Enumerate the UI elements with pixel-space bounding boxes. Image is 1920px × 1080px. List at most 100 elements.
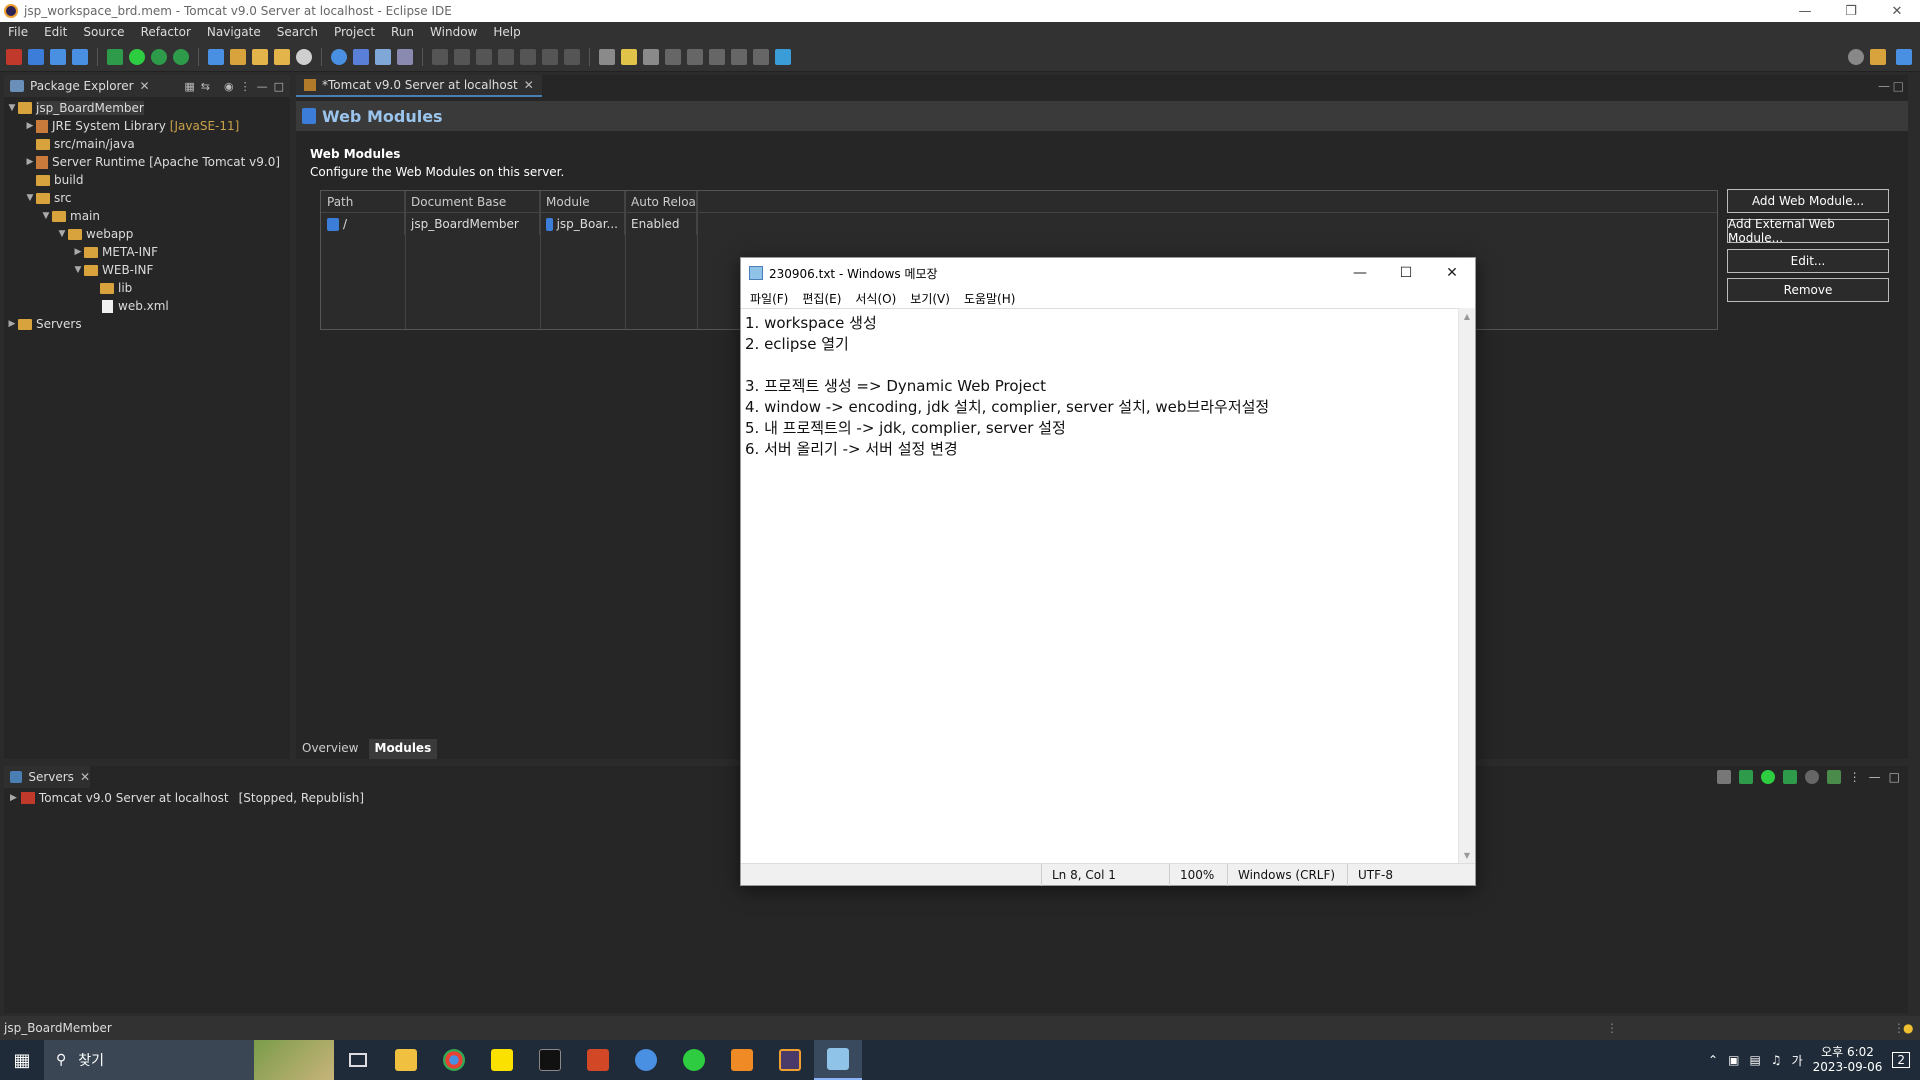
disconnect-icon[interactable] [498, 48, 514, 65]
edit-button[interactable]: Edit... [1727, 249, 1889, 273]
monitor-icon[interactable] [375, 48, 391, 65]
prev-annotation-icon[interactable] [687, 48, 703, 65]
tree-item-jre-library[interactable]: ▶ JRE System Library [JavaSE-11] [4, 117, 290, 135]
debug-icon[interactable] [107, 48, 123, 65]
search-icon[interactable] [1848, 48, 1864, 65]
collapse-all-icon[interactable]: ▦ [184, 80, 194, 93]
menu-refactor[interactable]: Refactor [133, 25, 199, 39]
taskbar-app-kakaotalk[interactable] [478, 1040, 526, 1080]
collapse-icon[interactable] [1716, 770, 1731, 784]
stop-icon[interactable] [6, 48, 22, 65]
step-return-icon[interactable] [564, 48, 580, 65]
new-server-icon[interactable] [208, 48, 224, 65]
taskbar-app-notepad[interactable] [814, 1040, 862, 1080]
step-into-icon[interactable] [520, 48, 536, 65]
tree-item-meta-inf[interactable]: ▶ META-INF [4, 243, 290, 261]
coverage-icon[interactable] [151, 48, 167, 65]
publish-icon[interactable] [1826, 770, 1841, 784]
column-header-path[interactable]: Path [321, 191, 405, 212]
back-icon[interactable] [731, 48, 747, 65]
tree-item-servers[interactable]: ▶ Servers [4, 315, 290, 333]
servers-tab[interactable]: Servers ✕ [4, 766, 90, 788]
notepad-text-area[interactable]: 1. workspace 생성 2. eclipse 열기 3. 프로젝트 생성… [741, 308, 1459, 864]
chevron-up-icon[interactable]: ⌃ [1708, 1053, 1718, 1067]
clock[interactable]: 오후 6:02 2023-09-06 [1813, 1045, 1883, 1075]
menu-help[interactable]: Help [485, 25, 528, 39]
chevron-down-icon[interactable]: ▼ [6, 103, 18, 113]
column-header-auto-reload[interactable]: Auto Reloa [625, 191, 697, 212]
taskbar-app-refresh[interactable] [670, 1040, 718, 1080]
editor-tab[interactable]: *Tomcat v9.0 Server at localhost ✕ [296, 75, 542, 97]
new-icon[interactable] [28, 48, 44, 65]
taskbar-app-chrome[interactable] [430, 1040, 478, 1080]
focus-icon[interactable]: ◉ [224, 80, 234, 93]
profile-server-icon[interactable] [1782, 770, 1797, 784]
external-tools-icon[interactable] [173, 48, 189, 65]
view-menu-icon[interactable]: ⋮ [240, 80, 251, 93]
notification-badge[interactable]: 2 [1892, 1052, 1910, 1068]
open-folder-icon[interactable] [274, 48, 290, 65]
tree-item-webapp[interactable]: ▼ webapp [4, 225, 290, 243]
start-server-icon[interactable] [1760, 770, 1775, 784]
globe-icon[interactable] [331, 48, 347, 65]
chevron-right-icon[interactable]: ▶ [6, 319, 18, 329]
scroll-track[interactable] [1459, 325, 1475, 847]
restore-button[interactable]: ❐ [1828, 0, 1874, 22]
minimize-view-icon[interactable]: — [257, 80, 268, 93]
perspective-icon[interactable] [775, 48, 791, 65]
tree-item-web-xml[interactable]: web.xml [4, 297, 290, 315]
chevron-down-icon[interactable]: ▼ [72, 265, 84, 275]
suspend-icon[interactable] [454, 48, 470, 65]
close-icon[interactable]: ✕ [140, 79, 150, 93]
scroll-down-icon[interactable]: ▼ [1459, 847, 1475, 864]
menu-file[interactable]: File [0, 25, 36, 39]
run-icon[interactable] [129, 48, 145, 65]
maximize-view-icon[interactable]: □ [274, 80, 284, 93]
menu-navigate[interactable]: Navigate [199, 25, 269, 39]
close-button[interactable]: ✕ [1874, 0, 1920, 22]
start-button[interactable]: ▦ [0, 1040, 44, 1080]
tree-item-main[interactable]: ▼ main [4, 207, 290, 225]
display-icon[interactable]: ▣ [1728, 1053, 1739, 1067]
close-icon[interactable]: ✕ [80, 770, 90, 784]
chevron-down-icon[interactable]: ▼ [24, 193, 36, 203]
tab-overview[interactable]: Overview [296, 739, 365, 759]
volume-icon[interactable]: ♫ [1771, 1053, 1782, 1067]
chevron-right-icon[interactable]: ▶ [24, 157, 36, 167]
open-type-icon[interactable] [252, 48, 268, 65]
menu-help[interactable]: 도움말(H) [957, 290, 1023, 307]
web-icon[interactable] [353, 48, 369, 65]
view-menu-icon[interactable]: ⋮ [1849, 770, 1861, 784]
column-header-module[interactable]: Module [540, 191, 625, 212]
chevron-down-icon[interactable]: ▼ [40, 211, 52, 221]
link-editor-icon[interactable]: ⇆ [201, 80, 210, 93]
search-icon[interactable] [296, 48, 312, 65]
menu-edit[interactable]: Edit [36, 25, 75, 39]
taskbar-app-powerpoint[interactable] [574, 1040, 622, 1080]
menu-format[interactable]: 서식(O) [848, 290, 903, 307]
terminate-icon[interactable] [476, 48, 492, 65]
next-annotation-icon[interactable] [665, 48, 681, 65]
minimize-editor-icon[interactable]: — [1878, 79, 1890, 93]
remove-button[interactable]: Remove [1727, 278, 1889, 302]
lightbulb-icon[interactable]: ● [1903, 1021, 1913, 1035]
maximize-editor-icon[interactable]: □ [1893, 79, 1904, 93]
taskbar-app-eclipse[interactable] [766, 1040, 814, 1080]
whitespace-icon[interactable] [643, 48, 659, 65]
new-class-icon[interactable] [230, 48, 246, 65]
taskbar-app-chrome-profile[interactable] [622, 1040, 670, 1080]
pin-icon[interactable] [397, 48, 413, 65]
debug-server-icon[interactable] [1738, 770, 1753, 784]
maximize-button[interactable]: ☐ [1383, 258, 1429, 288]
minimize-button[interactable]: — [1337, 258, 1383, 288]
minimize-view-icon[interactable]: — [1869, 770, 1881, 784]
toggle-icon[interactable] [599, 48, 615, 65]
menu-edit[interactable]: 편집(E) [795, 290, 848, 307]
save-icon[interactable] [50, 48, 66, 65]
tab-modules[interactable]: Modules [368, 739, 438, 759]
tree-item-lib[interactable]: lib [4, 279, 290, 297]
resume-icon[interactable] [432, 48, 448, 65]
network-icon[interactable]: ▤ [1749, 1053, 1760, 1067]
tree-item-src-main-java[interactable]: src/main/java [4, 135, 290, 153]
taskbar-app-sublime[interactable] [718, 1040, 766, 1080]
